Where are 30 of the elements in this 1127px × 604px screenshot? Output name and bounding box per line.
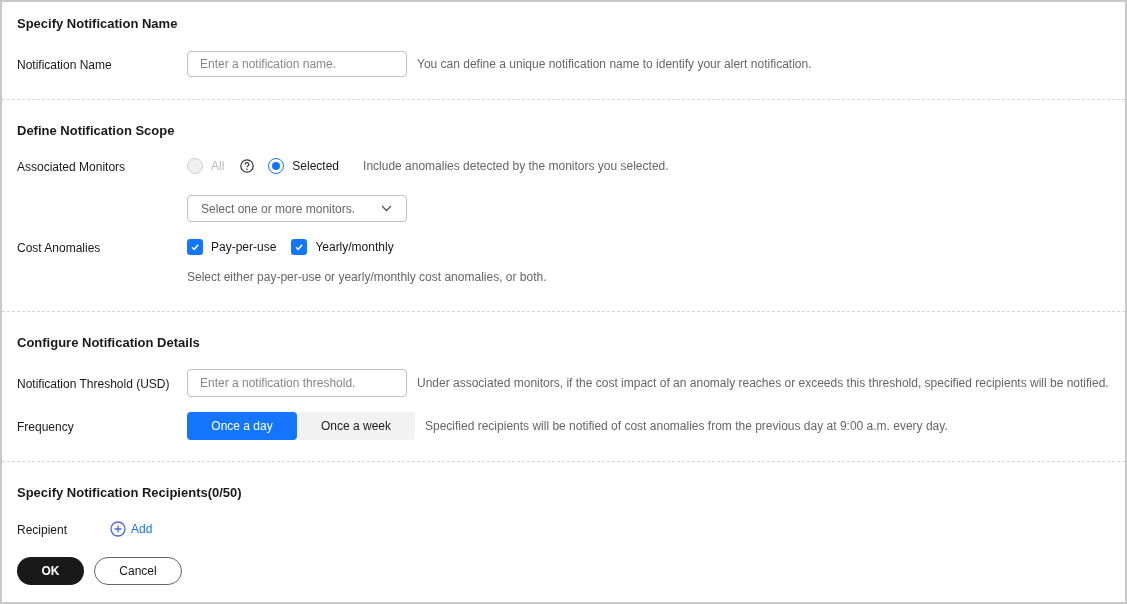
hint-text: You can define a unique notification name to identify your alert notification. — [417, 56, 812, 73]
field-label: Associated Monitors — [17, 160, 126, 174]
checkbox-option[interactable]: Pay-per-use — [187, 238, 277, 256]
hint-text: Select either pay-per-use or yearly/monthly cost anomalies, or both. — [187, 269, 547, 286]
field-label: Notification Name — [17, 58, 112, 72]
ok-button[interactable]: OK — [17, 557, 84, 585]
frequency-tab[interactable]: Once a day — [187, 412, 297, 440]
cancel-button[interactable]: Cancel — [94, 557, 182, 585]
input-field[interactable]: Enter a notification name. — [187, 51, 407, 77]
field-label: Notification Threshold (USD) — [17, 377, 170, 391]
radio-option[interactable]: Selected — [268, 157, 340, 175]
input-field[interactable]: Enter a notification threshold. — [187, 369, 407, 397]
field-label: Recipient — [17, 523, 68, 537]
section-title: Configure Notification Details — [17, 335, 200, 351]
plus-circle-icon — [110, 521, 126, 537]
monitor-select[interactable]: Select one or more monitors. — [187, 195, 407, 222]
chevron-down-icon — [381, 205, 392, 212]
field-label: Cost Anomalies — [17, 241, 101, 255]
check-icon — [190, 242, 200, 252]
hint-text: Specified recipients will be notified of cost anomalies from the previous day at 9:00 a.m. every day. — [425, 418, 948, 435]
hint-text: Include anomalies detected by the monitors you selected. — [363, 158, 669, 175]
section-title: Specify Notification Recipients(0/50) — [17, 485, 242, 501]
field-label: Frequency — [17, 420, 74, 434]
check-icon — [294, 242, 305, 252]
hint-text: Under associated monitors, if the cost impact of an anomaly reaches or exceeds this threshold, specified recipients will be notified. — [417, 375, 1109, 392]
add-link[interactable]: Add — [110, 520, 153, 538]
frequency-tab[interactable]: Once a week — [297, 412, 415, 440]
checkbox-option[interactable]: Yearly/monthly — [291, 238, 394, 256]
section-title: Define Notification Scope — [17, 123, 175, 139]
section-title: Specify Notification Name — [17, 16, 178, 32]
